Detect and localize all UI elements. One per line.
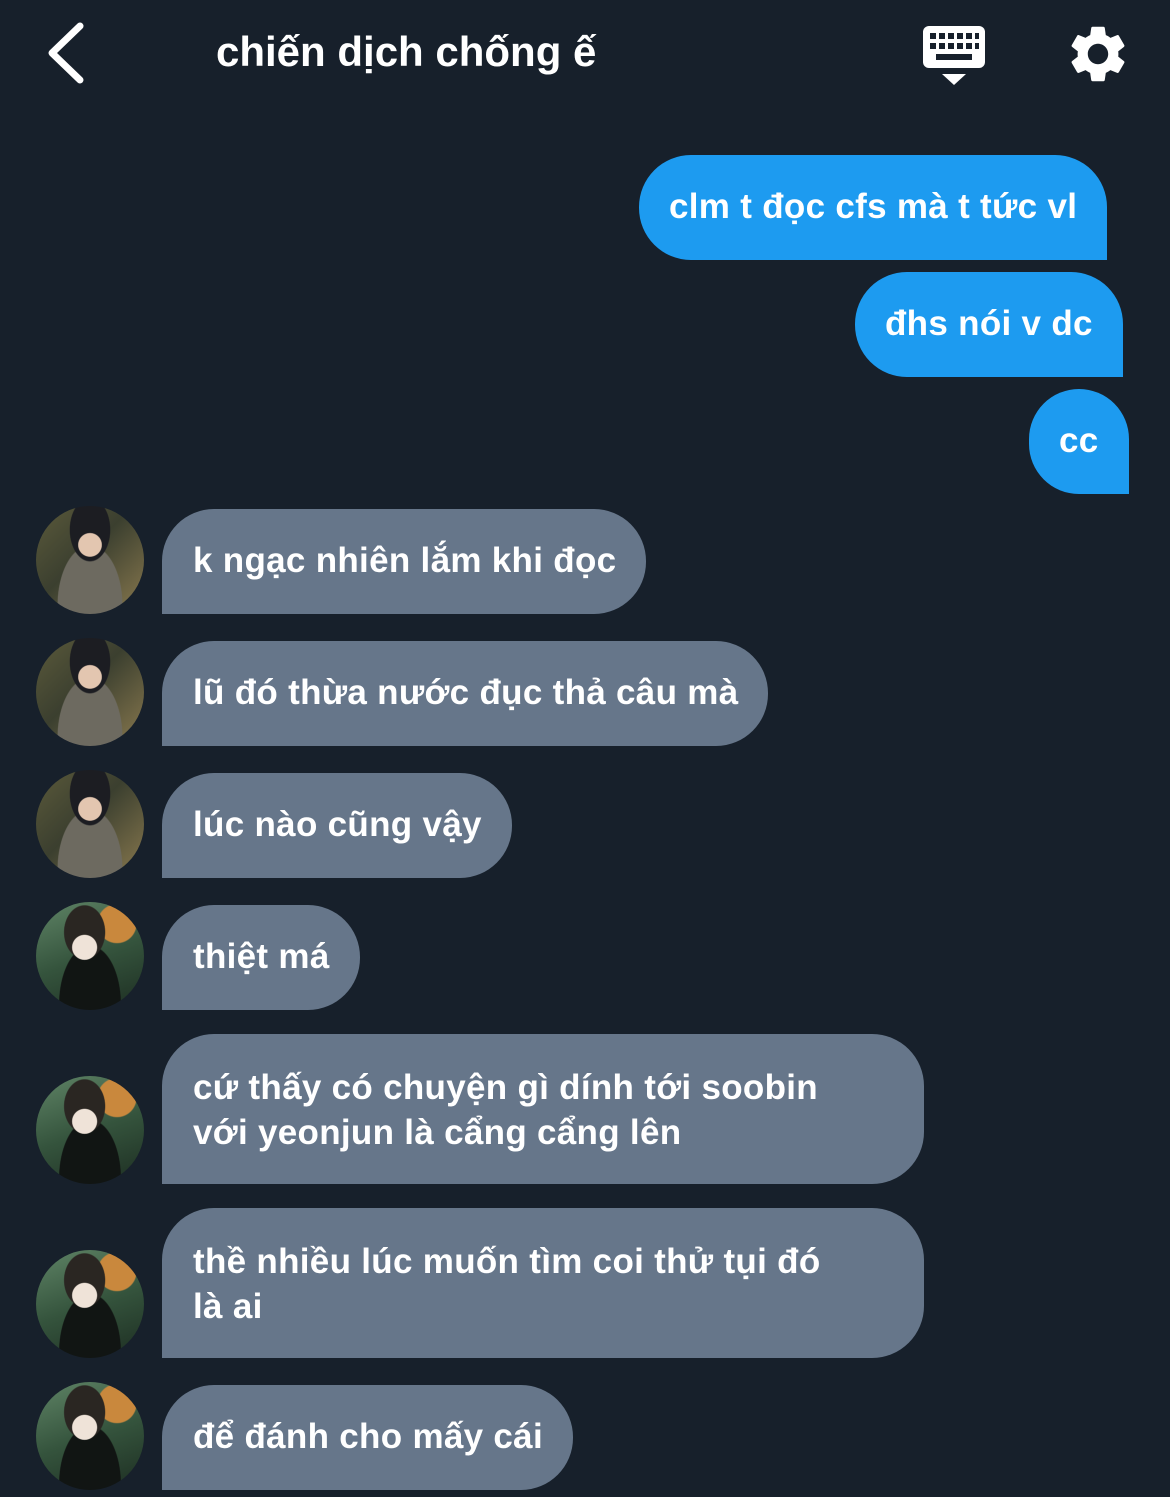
incoming-message[interactable]: k ngạc nhiên lắm khi đọc (162, 509, 647, 614)
message-text-line: thề nhiều lúc muốn tìm coi thử tụi đó (193, 1242, 821, 1281)
incoming-message[interactable]: cứ thấy có chuyện gì dính tới soobin với… (162, 1034, 924, 1184)
avatar[interactable] (36, 506, 144, 614)
avatar[interactable] (36, 1250, 144, 1358)
message-text: để đánh cho mấy cái (193, 1417, 543, 1456)
message-list: clm t đọc cfs mà t tức vl đhs nói v dc c… (0, 0, 1170, 1497)
message-text: clm t đọc cfs mà t tức vl (669, 187, 1078, 226)
message-text: thiệt má (193, 937, 330, 976)
incoming-message[interactable]: lũ đó thừa nước đục thả câu mà (162, 641, 769, 746)
avatar[interactable] (36, 902, 144, 1010)
message-text: đhs nói v dc (885, 304, 1093, 343)
incoming-message[interactable]: lúc nào cũng vậy (162, 773, 512, 878)
incoming-message[interactable]: thiệt má (162, 905, 360, 1010)
message-text-line: cứ thấy có chuyện gì dính tới soobin (193, 1068, 818, 1107)
avatar[interactable] (36, 770, 144, 878)
avatar[interactable] (36, 638, 144, 746)
chat-screen: chiến dịch chống ế clm t đọc cfs mà t tứ… (0, 0, 1170, 1497)
outgoing-message[interactable]: cc (1029, 389, 1129, 494)
message-text: lúc nào cũng vậy (193, 805, 482, 844)
outgoing-message[interactable]: clm t đọc cfs mà t tức vl (639, 155, 1108, 260)
incoming-message[interactable]: thề nhiều lúc muốn tìm coi thử tụi đó là… (162, 1208, 924, 1358)
message-text-line: với yeonjun là cẩng cẩng lên (193, 1113, 682, 1152)
outgoing-message[interactable]: đhs nói v dc (855, 272, 1123, 377)
avatar[interactable] (36, 1382, 144, 1490)
message-text: cc (1059, 421, 1099, 460)
message-text-line: là ai (193, 1287, 263, 1326)
message-text: k ngạc nhiên lắm khi đọc (193, 541, 617, 580)
message-text: lũ đó thừa nước đục thả câu mà (193, 673, 739, 712)
incoming-message[interactable]: để đánh cho mấy cái (162, 1385, 573, 1490)
avatar[interactable] (36, 1076, 144, 1184)
